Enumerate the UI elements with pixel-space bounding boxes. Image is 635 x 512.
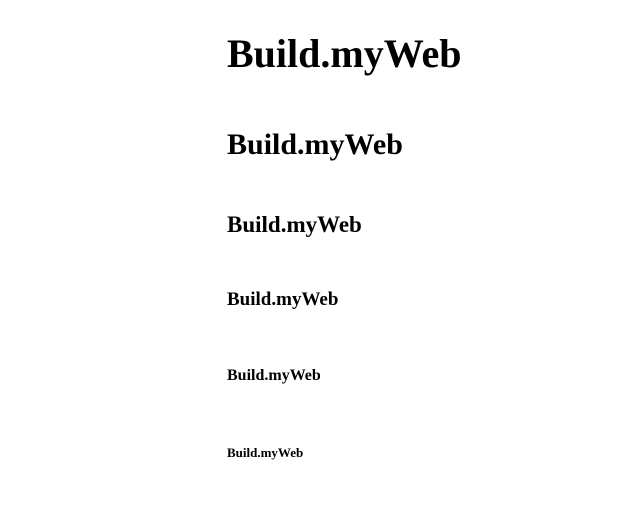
heading-level-4: Build.myWeb [227,289,339,310]
heading-level-1: Build.myWeb [227,31,462,76]
heading-level-6: Build.myWeb [227,445,304,460]
heading-level-3: Build.myWeb [227,212,362,237]
heading-level-2: Build.myWeb [227,128,403,161]
page-body: Build.myWeb Build.myWeb Build.myWeb Buil… [0,0,635,512]
heading-level-5: Build.myWeb [227,367,321,384]
